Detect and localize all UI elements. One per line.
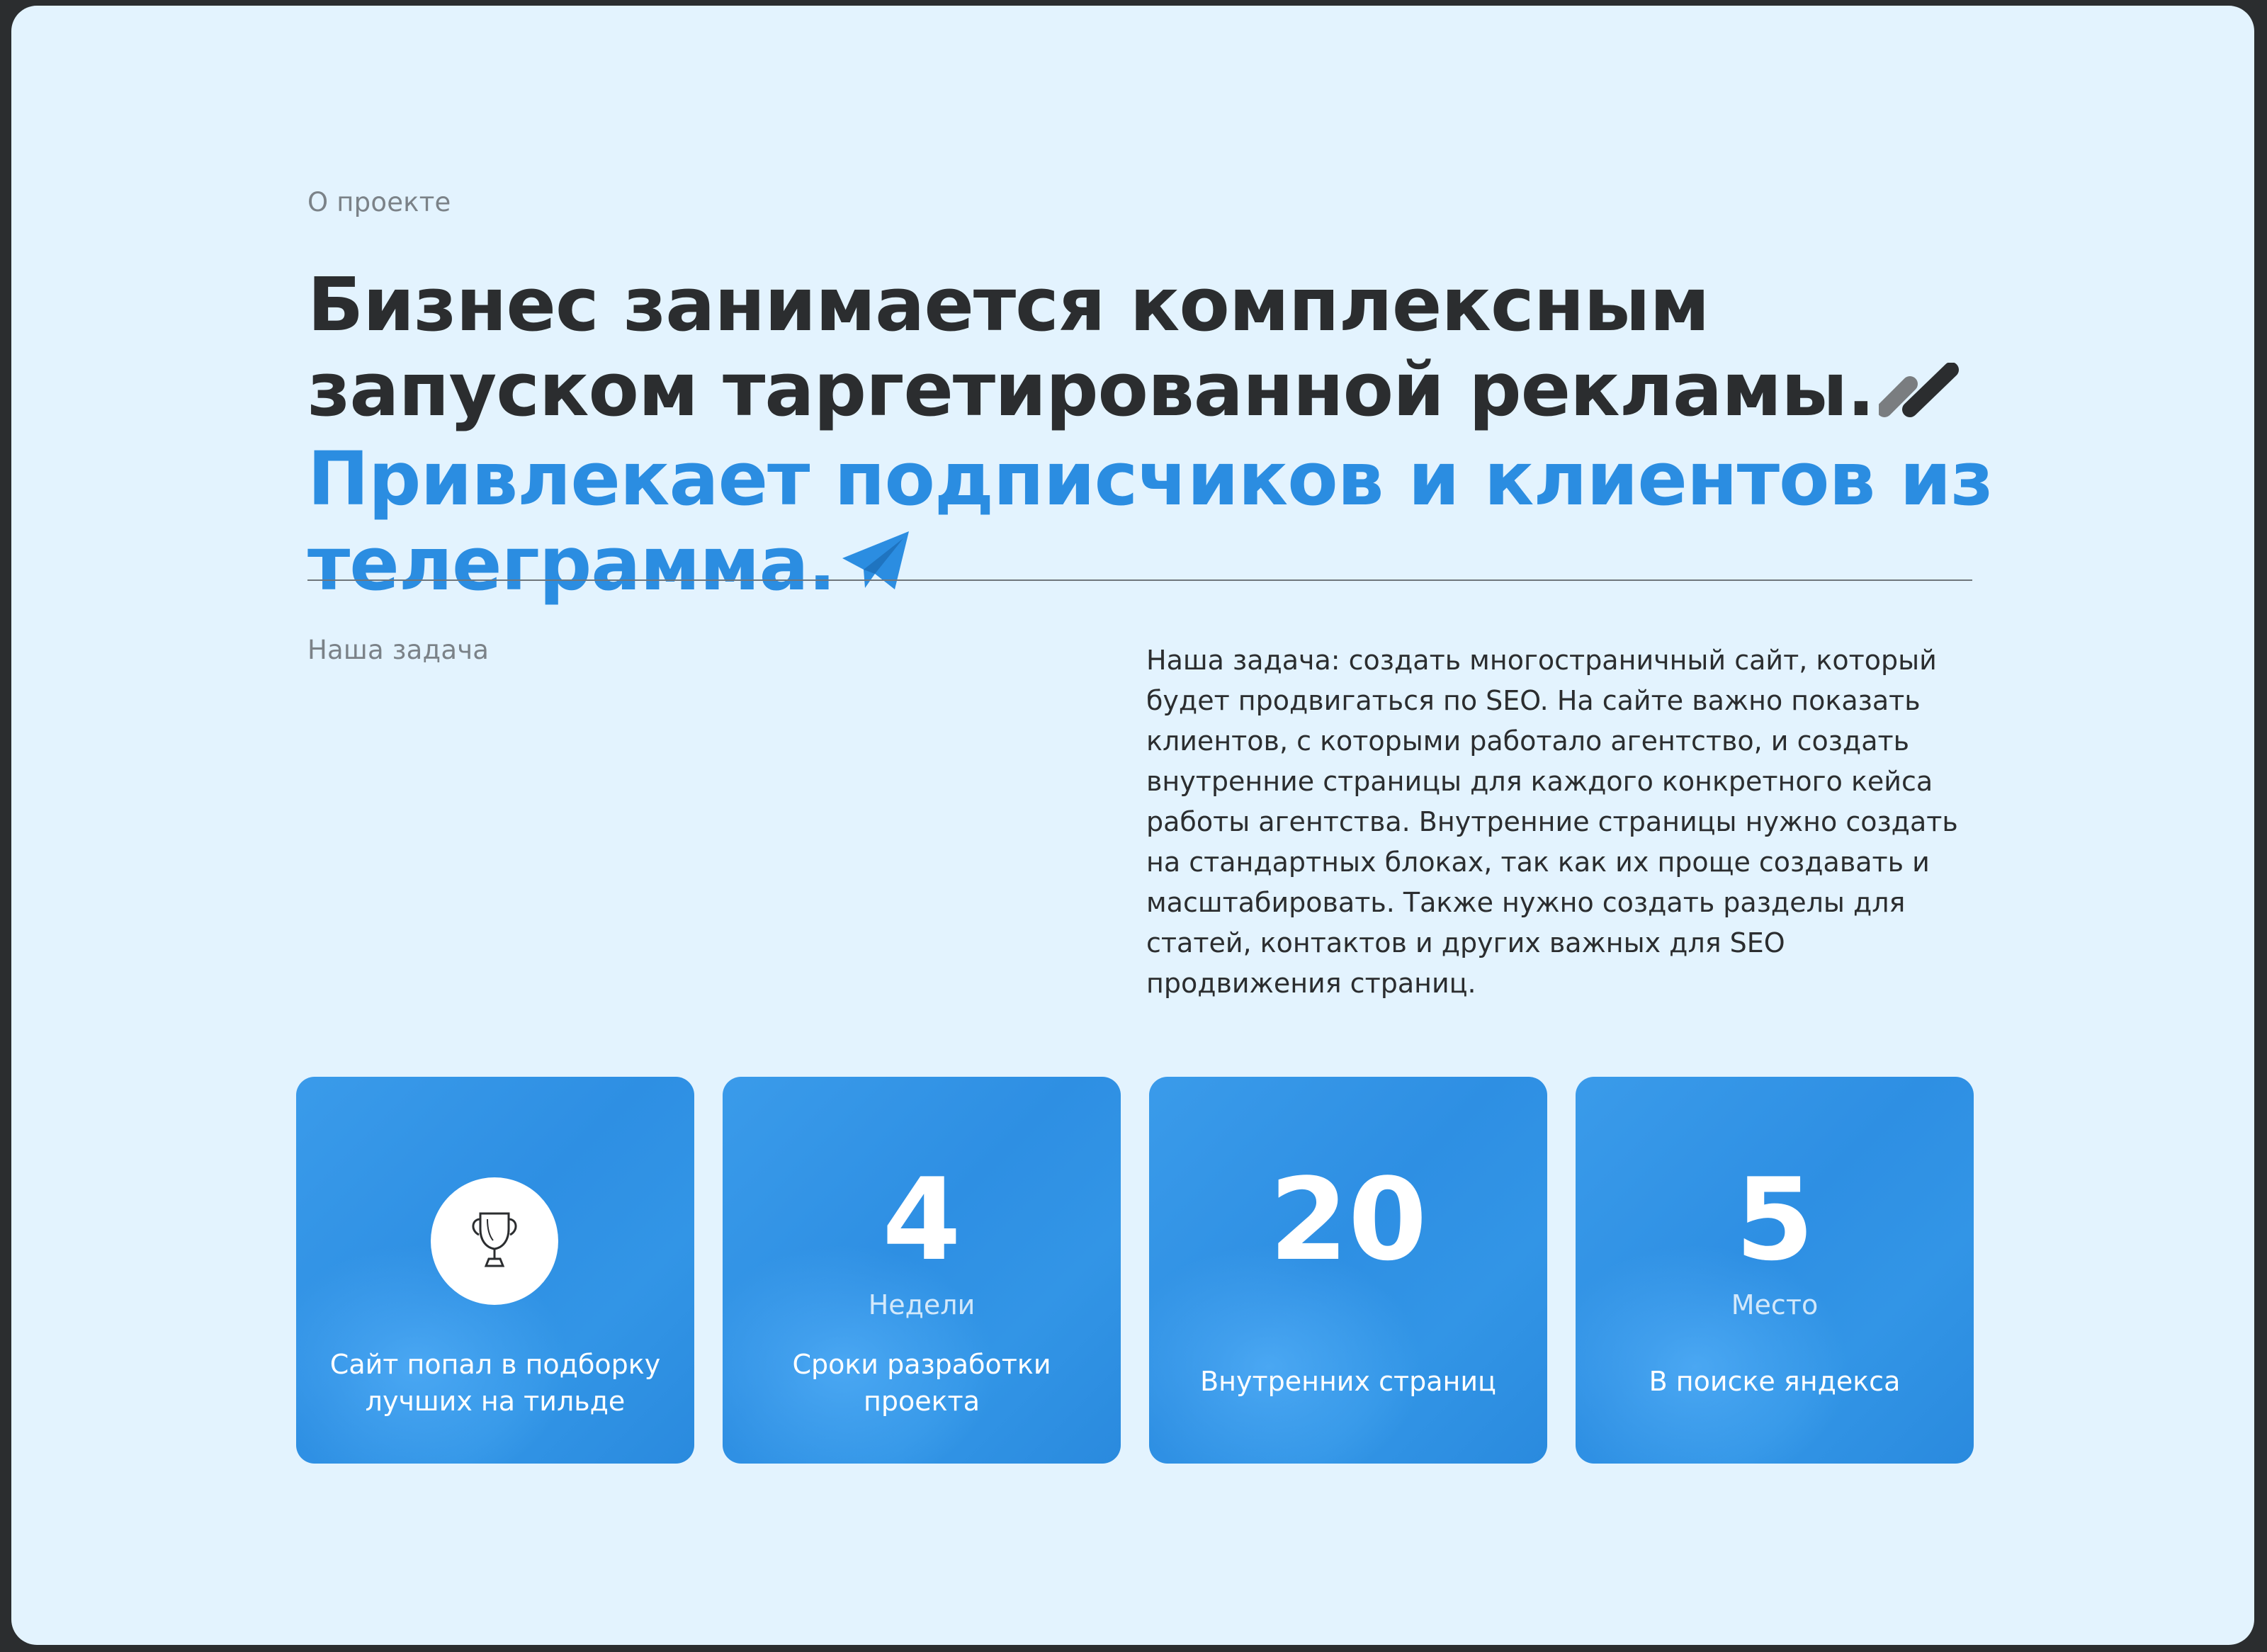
- stat-unit: Недели: [868, 1289, 976, 1320]
- telegram-icon: [839, 526, 913, 611]
- stat-caption: В поиске яндекса: [1649, 1366, 1901, 1397]
- stat-caption: Сроки разработки проекта: [792, 1349, 1051, 1417]
- chart-check-icon: [1876, 351, 1962, 436]
- page-content: О проекте Бизнес занимается комплексным …: [11, 6, 2254, 1645]
- headline-blue-text: Привлекает подписчиков и клиентов из тел…: [307, 436, 1994, 607]
- stat-card-pages: 20 Внутренних страниц: [1149, 1077, 1547, 1464]
- section-label-about: О проекте: [307, 187, 451, 217]
- stat-card-weeks: 4 Недели Сроки разработки проекта: [723, 1077, 1121, 1464]
- stat-number: 20: [1269, 1153, 1428, 1286]
- stat-number: 4: [882, 1153, 961, 1286]
- stats-cards: Сайт попал в подборку лучших на тильде 4…: [296, 1077, 1974, 1464]
- stat-caption: Внутренних страниц: [1200, 1366, 1496, 1397]
- section-label-task: Наша задача: [307, 635, 490, 665]
- trophy-icon: [466, 1208, 523, 1274]
- stat-caption: Сайт попал в подборку лучших на тильде: [329, 1349, 661, 1417]
- section-divider: [307, 579, 1972, 581]
- trophy-badge: [431, 1177, 558, 1305]
- stat-number: 5: [1735, 1153, 1814, 1286]
- stat-card-rank: 5 Место В поиске яндекса: [1576, 1077, 1974, 1464]
- stat-unit: Место: [1731, 1289, 1819, 1320]
- headline-dark-text: Бизнес занимается комплексным запуском т…: [307, 261, 1875, 433]
- task-description: Наша задача: создать многостраничный сай…: [1146, 645, 1958, 999]
- headline: Бизнес занимается комплексным запуском т…: [307, 262, 1994, 611]
- stat-card-award: Сайт попал в подборку лучших на тильде: [296, 1077, 694, 1464]
